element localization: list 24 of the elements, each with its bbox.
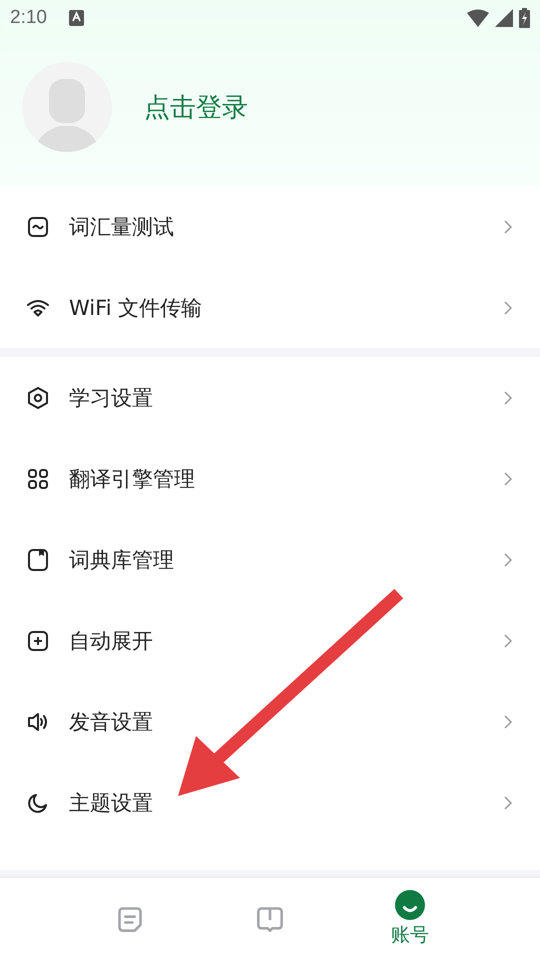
wifi-signal-icon: [467, 9, 489, 27]
chevron-icon: [504, 796, 512, 810]
chevron-icon: [504, 714, 512, 728]
battery-icon: [519, 8, 530, 28]
grid-icon: [26, 466, 50, 490]
plus-icon: [26, 628, 50, 652]
cell-signal-icon: [495, 9, 513, 27]
chevron-icon: [504, 300, 512, 314]
chevron-icon: [504, 220, 512, 234]
status-time: 2:10: [10, 7, 47, 29]
login-link[interactable]: 点击登录: [144, 90, 248, 124]
chevron-icon: [504, 634, 512, 648]
chart-icon: [26, 214, 50, 238]
keyboard-icon: [68, 10, 84, 26]
book-icon: [26, 548, 50, 572]
hexagon-icon: [26, 386, 50, 410]
chevron-icon: [504, 390, 512, 404]
avatar-placeholder[interactable]: [22, 62, 112, 152]
chevron-icon: [504, 552, 512, 566]
smiley-icon: [395, 890, 425, 920]
chevron-icon: [504, 472, 512, 486]
note-icon: [116, 905, 144, 933]
book-icon: [256, 905, 284, 933]
nav-tab[interactable]: 账号: [340, 878, 480, 960]
